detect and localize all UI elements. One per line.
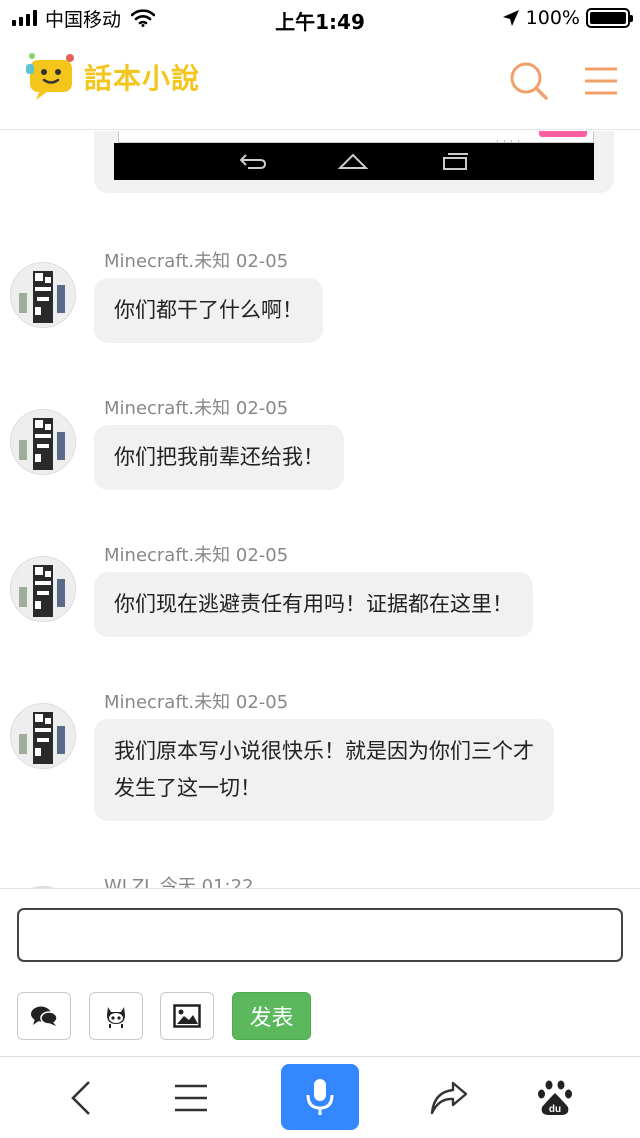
app-header: 話本小說 xyxy=(0,36,640,130)
search-icon xyxy=(510,62,548,100)
message-bubble[interactable]: 我们原本写小说很快乐！就是因为你们三个才 发生了这一切！ xyxy=(94,719,554,821)
avatar[interactable] xyxy=(10,556,76,622)
message-author: Minecraft.未知 xyxy=(104,692,231,713)
minecraft-avatar-image xyxy=(11,557,75,621)
comment-input[interactable] xyxy=(17,908,623,962)
message-time: 02-05 xyxy=(235,545,289,566)
message-meta: Minecraft.未知 02-05 xyxy=(104,394,288,420)
avatar[interactable] xyxy=(10,703,76,769)
chat-list[interactable]: Minecraft.未知 02-05 你们都干了什么啊！ Minecraft.未… xyxy=(0,131,640,888)
post-button[interactable]: 发表 xyxy=(232,992,311,1040)
logo-text: 話本小說 xyxy=(84,62,201,95)
message-time: 02-05 xyxy=(235,398,289,419)
menu-icon xyxy=(585,67,617,95)
browser-menu-button[interactable] xyxy=(156,1065,226,1131)
message-meta: Minecraft.未知 02-05 xyxy=(104,541,288,567)
image-message-bubble[interactable] xyxy=(94,131,614,193)
emoji-button[interactable] xyxy=(89,992,143,1040)
status-bar: 中国移动 上午1:49 100% xyxy=(0,0,640,36)
browser-toolbar: du xyxy=(0,1056,640,1138)
message-bubble[interactable]: 你们把我前辈还给我！ xyxy=(94,425,344,490)
avatar[interactable] xyxy=(10,409,76,475)
message-bubble[interactable]: 你们都干了什么啊！ xyxy=(94,278,323,343)
back-icon xyxy=(71,1081,90,1115)
screenshot-controls xyxy=(497,131,527,146)
github-icon xyxy=(107,1007,125,1028)
image-upload-button[interactable] xyxy=(160,992,214,1040)
menu-icon xyxy=(175,1084,207,1112)
comment-button[interactable] xyxy=(17,992,71,1040)
share-icon xyxy=(430,1081,468,1115)
message-author: WLZL xyxy=(104,876,155,888)
message-time: 今天 01:22 xyxy=(159,876,254,888)
message-text: 你们现在逃避责任有用吗！证据都在这里！ xyxy=(114,592,513,616)
menu-button[interactable] xyxy=(578,58,624,104)
baidu-button[interactable]: du xyxy=(520,1065,590,1131)
back-button[interactable] xyxy=(46,1065,116,1131)
minecraft-avatar-image xyxy=(11,704,75,768)
message-meta: Minecraft.未知 02-05 xyxy=(104,688,288,714)
svg-text:du: du xyxy=(549,1104,561,1115)
message-author: Minecraft.未知 xyxy=(104,251,231,272)
message-time: 02-05 xyxy=(235,251,289,272)
message-meta: Minecraft.未知 02-05 xyxy=(104,247,288,273)
android-back-icon xyxy=(239,154,267,169)
battery-percent: 100% xyxy=(525,7,580,29)
screenshot-image xyxy=(118,131,594,146)
baidu-icon: du xyxy=(538,1080,572,1115)
screenshot-pink-button xyxy=(539,131,587,137)
message-text: 你们都干了什么啊！ xyxy=(114,298,303,322)
message-author: Minecraft.未知 xyxy=(104,545,231,566)
search-button[interactable] xyxy=(506,58,552,104)
microphone-icon xyxy=(306,1079,334,1115)
battery-icon xyxy=(586,8,633,28)
message-text-line: 发生了这一切！ xyxy=(114,776,261,800)
message-author: Minecraft.未知 xyxy=(104,398,231,419)
comment-composer: 发表 xyxy=(0,888,640,1056)
image-icon xyxy=(173,1004,201,1028)
status-right: 100% xyxy=(502,6,633,30)
avatar[interactable] xyxy=(10,262,76,328)
minecraft-avatar-image xyxy=(11,410,75,474)
minecraft-avatar-image xyxy=(11,263,75,327)
share-button[interactable] xyxy=(414,1065,484,1131)
message-meta: WLZL 今天 01:22 xyxy=(104,872,254,888)
message-text-line: 我们原本写小说很快乐！就是因为你们三个才 xyxy=(114,739,534,763)
site-logo[interactable]: 話本小說 xyxy=(22,50,200,104)
comment-icon xyxy=(31,1006,58,1026)
android-home-icon xyxy=(338,153,368,169)
message-text: 你们把我前辈还给我！ xyxy=(114,445,324,469)
screenshot-android-navbar xyxy=(114,143,594,180)
message-bubble[interactable]: 你们现在逃避责任有用吗！证据都在这里！ xyxy=(94,572,533,637)
android-recents-icon xyxy=(443,153,468,170)
voice-search-button[interactable] xyxy=(281,1064,359,1130)
message-time: 02-05 xyxy=(235,692,289,713)
location-arrow-icon xyxy=(502,10,519,26)
logo-icon xyxy=(26,53,74,100)
